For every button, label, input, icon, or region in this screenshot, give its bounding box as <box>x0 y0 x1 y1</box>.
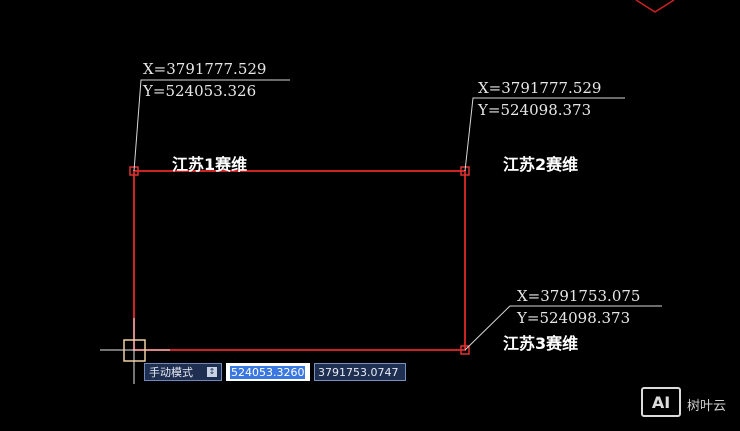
coordinate-input-1-value: 524053.3260 <box>230 365 306 379</box>
point-3-x-label: X=3791753.075 <box>517 287 641 305</box>
coordinate-input-2-value: 3791753.0747 <box>318 365 399 379</box>
point-3-name: 江苏3赛维 <box>503 334 579 353</box>
mode-toggle-icon[interactable]: ↕ <box>207 367 217 377</box>
parcel-boundary <box>133 170 466 351</box>
dynamic-input-bar: 手动模式 ↕ 524053.3260 3791753.0747 <box>144 363 406 383</box>
input-mode-label: 手动模式 <box>149 366 193 379</box>
point-3-y-label: Y=524098.373 <box>517 309 631 327</box>
offscreen-shape-fragment <box>635 0 675 13</box>
watermark-logo: AI <box>641 387 681 417</box>
point-2-name: 江苏2赛维 <box>503 155 579 174</box>
point-2-y-label: Y=524098.373 <box>478 101 592 119</box>
point-2-x-label: X=3791777.529 <box>478 79 602 97</box>
point-1-x-label: X=3791777.529 <box>143 60 267 78</box>
coordinate-input-2[interactable]: 3791753.0747 <box>314 363 406 381</box>
point-1-name: 江苏1赛维 <box>172 155 248 174</box>
watermark-site-name: 树叶云 <box>687 399 727 414</box>
input-mode-dropdown[interactable]: 手动模式 ↕ <box>144 363 222 381</box>
coordinate-input-1[interactable]: 524053.3260 <box>226 363 310 381</box>
point-1-y-label: Y=524053.326 <box>143 82 257 100</box>
